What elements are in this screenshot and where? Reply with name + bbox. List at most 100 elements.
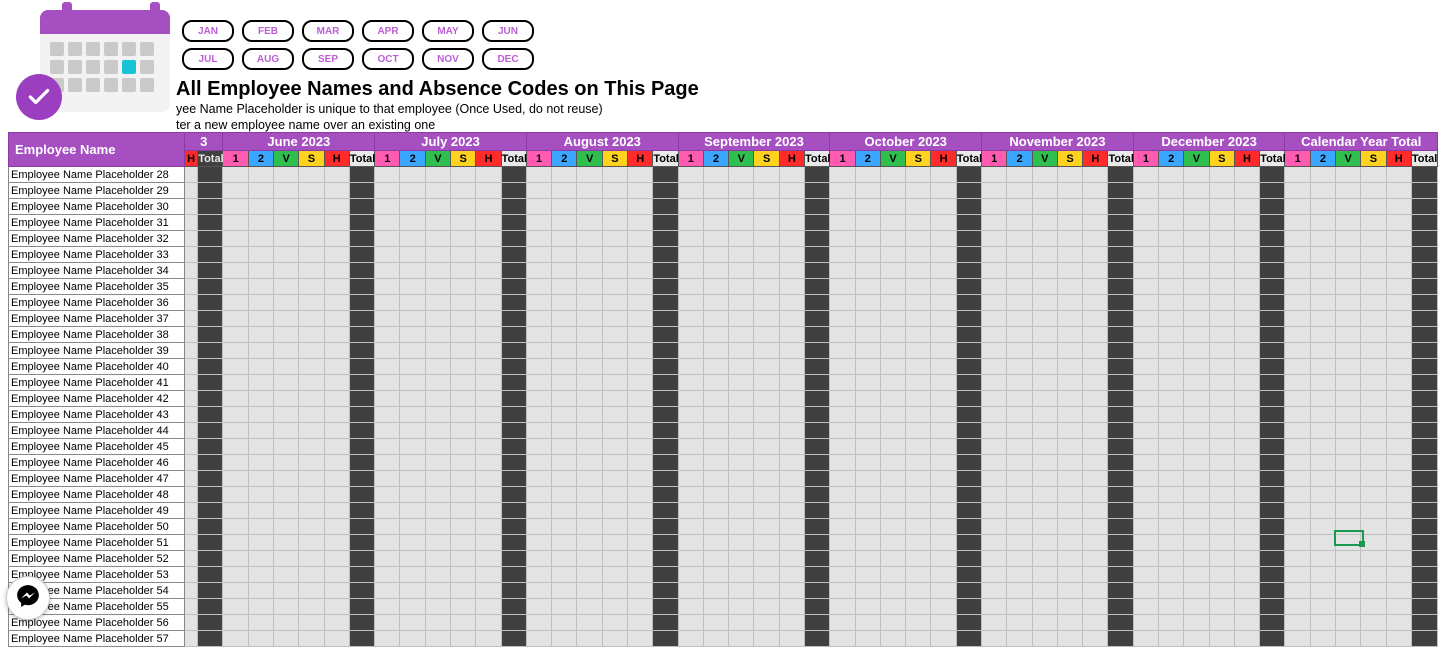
- cell[interactable]: [1057, 343, 1082, 359]
- total-cell[interactable]: [653, 247, 678, 263]
- cell[interactable]: [754, 615, 779, 631]
- cell[interactable]: [906, 167, 931, 183]
- cell[interactable]: [1083, 471, 1108, 487]
- cell[interactable]: [451, 231, 476, 247]
- cell[interactable]: [880, 487, 905, 503]
- total-cell[interactable]: [349, 567, 374, 583]
- cell[interactable]: [476, 359, 501, 375]
- total-cell[interactable]: [1411, 631, 1437, 647]
- cell[interactable]: [1057, 359, 1082, 375]
- cell[interactable]: [1234, 455, 1259, 471]
- employee-row[interactable]: Employee Name Placeholder 41: [9, 375, 1438, 391]
- cell[interactable]: [830, 487, 855, 503]
- cell[interactable]: [1310, 599, 1335, 615]
- total-cell[interactable]: [1260, 343, 1285, 359]
- cell[interactable]: [1159, 551, 1184, 567]
- total-cell[interactable]: [956, 503, 981, 519]
- cell[interactable]: [1032, 247, 1057, 263]
- total-cell[interactable]: [805, 551, 830, 567]
- cell[interactable]: [1159, 359, 1184, 375]
- cell[interactable]: [248, 343, 273, 359]
- cell[interactable]: [1133, 535, 1158, 551]
- total-cell[interactable]: [1108, 295, 1133, 311]
- cell[interactable]: [678, 567, 703, 583]
- cell[interactable]: [729, 375, 754, 391]
- nav-aug[interactable]: AUG: [242, 48, 294, 70]
- cell[interactable]: [476, 599, 501, 615]
- cell[interactable]: [628, 535, 653, 551]
- cell[interactable]: [1133, 423, 1158, 439]
- cell[interactable]: [855, 311, 880, 327]
- cell[interactable]: [1234, 631, 1259, 647]
- cell[interactable]: [185, 439, 198, 455]
- cell[interactable]: [1285, 263, 1310, 279]
- cell[interactable]: [1209, 631, 1234, 647]
- cell[interactable]: [602, 439, 627, 455]
- cell[interactable]: [248, 327, 273, 343]
- cell[interactable]: [982, 215, 1007, 231]
- cell[interactable]: [1209, 231, 1234, 247]
- cell[interactable]: [552, 487, 577, 503]
- cell[interactable]: [1386, 615, 1411, 631]
- cell[interactable]: [1159, 503, 1184, 519]
- cell[interactable]: [299, 471, 324, 487]
- cell[interactable]: [729, 583, 754, 599]
- total-cell[interactable]: [1108, 231, 1133, 247]
- cell[interactable]: [1007, 343, 1032, 359]
- cell[interactable]: [476, 551, 501, 567]
- employee-name-cell[interactable]: Employee Name Placeholder 30: [9, 199, 185, 215]
- total-cell[interactable]: [1108, 615, 1133, 631]
- cell[interactable]: [678, 455, 703, 471]
- employee-name-cell[interactable]: Employee Name Placeholder 32: [9, 231, 185, 247]
- cell[interactable]: [779, 471, 804, 487]
- cell[interactable]: [476, 183, 501, 199]
- cell[interactable]: [1310, 199, 1335, 215]
- cell[interactable]: [1184, 487, 1209, 503]
- cell[interactable]: [628, 343, 653, 359]
- cell[interactable]: [1032, 295, 1057, 311]
- total-cell[interactable]: [1108, 423, 1133, 439]
- nav-nov[interactable]: NOV: [422, 48, 474, 70]
- cell[interactable]: [628, 295, 653, 311]
- cell[interactable]: [754, 215, 779, 231]
- cell[interactable]: [1386, 423, 1411, 439]
- cell[interactable]: [1361, 631, 1386, 647]
- total-cell[interactable]: [198, 247, 223, 263]
- cell[interactable]: [526, 503, 551, 519]
- cell[interactable]: [476, 423, 501, 439]
- cell[interactable]: [299, 567, 324, 583]
- cell[interactable]: [400, 599, 425, 615]
- cell[interactable]: [1336, 631, 1361, 647]
- cell[interactable]: [1007, 183, 1032, 199]
- cell[interactable]: [779, 503, 804, 519]
- cell[interactable]: [982, 199, 1007, 215]
- cell[interactable]: [628, 391, 653, 407]
- cell[interactable]: [754, 247, 779, 263]
- cell[interactable]: [476, 455, 501, 471]
- cell[interactable]: [451, 455, 476, 471]
- total-cell[interactable]: [198, 327, 223, 343]
- cell[interactable]: [299, 343, 324, 359]
- cell[interactable]: [779, 551, 804, 567]
- cell[interactable]: [1336, 327, 1361, 343]
- cell[interactable]: [754, 391, 779, 407]
- cell[interactable]: [526, 215, 551, 231]
- cell[interactable]: [1083, 327, 1108, 343]
- cell[interactable]: [425, 327, 450, 343]
- employee-row[interactable]: Employee Name Placeholder 31: [9, 215, 1438, 231]
- cell[interactable]: [1310, 583, 1335, 599]
- cell[interactable]: [324, 327, 349, 343]
- cell[interactable]: [526, 231, 551, 247]
- cell[interactable]: [1209, 583, 1234, 599]
- total-cell[interactable]: [956, 391, 981, 407]
- cell[interactable]: [880, 391, 905, 407]
- total-cell[interactable]: [805, 359, 830, 375]
- cell[interactable]: [982, 503, 1007, 519]
- total-cell[interactable]: [956, 439, 981, 455]
- cell[interactable]: [1133, 583, 1158, 599]
- total-cell[interactable]: [956, 583, 981, 599]
- cell[interactable]: [451, 423, 476, 439]
- cell[interactable]: [223, 263, 248, 279]
- cell[interactable]: [830, 375, 855, 391]
- cell[interactable]: [703, 295, 728, 311]
